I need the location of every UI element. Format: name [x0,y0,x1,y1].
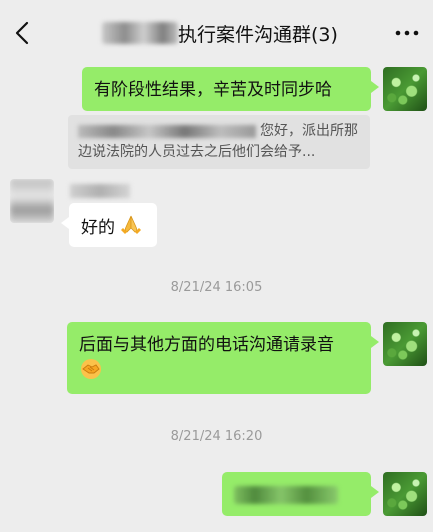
chat-header: 执行案件沟通群(3) [0,0,433,66]
timestamp: 8/21/24 16:05 [170,280,263,295]
folded-hands-emoji [120,213,142,243]
my-message-bubble[interactable]: 有阶段性结果，辛苦及时同步哈 [82,67,379,111]
avatar-image [383,322,427,366]
chevron-left-icon [15,21,29,45]
avatar-image [383,67,427,111]
redacted-message-text [234,486,338,504]
back-button[interactable] [10,18,38,48]
handshake-emoji [79,358,103,388]
chat-title: 执行案件沟通群(3) [178,24,338,46]
my-message-bubble[interactable] [222,472,379,516]
redacted-title-prefix [102,22,178,44]
message-text: 好的 [81,218,115,238]
message-text: 后面与其他方面的电话沟通请录音 [79,335,334,355]
redacted-quote-sender [78,124,256,138]
my-avatar[interactable] [383,322,427,366]
my-avatar[interactable] [383,472,427,516]
more-dots-icon [395,30,419,36]
other-avatar[interactable] [10,179,54,223]
timestamp: 8/21/24 16:20 [170,429,263,444]
my-message-bubble[interactable]: 后面与其他方面的电话沟通请录音 [67,322,379,394]
quoted-message[interactable]: 您好，派出所那边说法院的人员过去之后他们会给予... [68,115,370,169]
avatar-image [383,472,427,516]
more-button[interactable] [393,22,421,44]
my-avatar[interactable] [383,67,427,111]
message-text: 有阶段性结果，辛苦及时同步哈 [94,80,332,100]
other-message-bubble[interactable]: 好的 [61,203,157,247]
redacted-sender-name [70,184,130,198]
avatar-image [10,179,54,223]
